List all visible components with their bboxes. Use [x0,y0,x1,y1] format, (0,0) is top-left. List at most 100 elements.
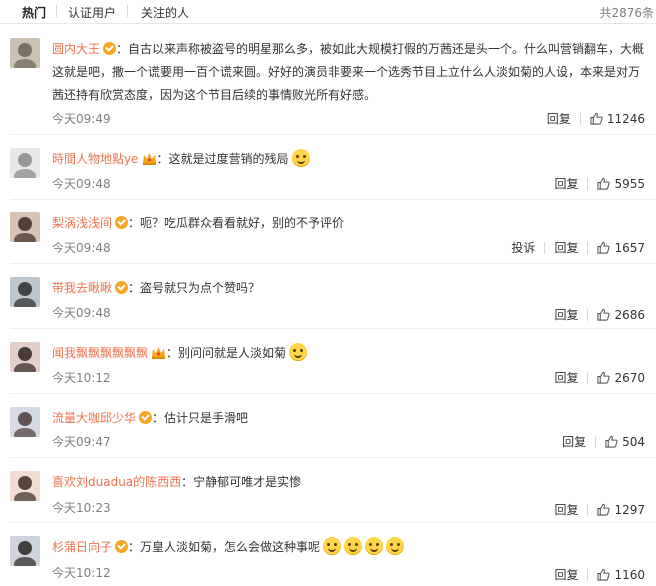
like-button[interactable]: 1160 [597,568,645,582]
comment-divider [10,199,656,200]
cat-avatar[interactable] [10,38,40,68]
comment-content: ：万皇人淡如菊，怎么会做这种事呢 [128,540,321,554]
portrait-avatar[interactable] [10,277,40,307]
emoji-icon [291,149,310,167]
report-button[interactable]: 投诉 [511,239,535,256]
reply-button[interactable]: 回复 [554,175,578,192]
like-count: 2670 [614,370,645,385]
comment-text: 時間人物地點ye ：这就是过度营销的残局 [52,148,650,171]
tab-hot[interactable]: 热门 [22,4,46,21]
girl-avatar[interactable] [10,212,40,242]
comment-text: 闻我飘飘飘飘飘飘 ：别问问就是人淡如菊 [52,342,650,365]
comment-tabs: 热门 认证用户 关注的人 共2876条 [0,0,656,24]
comment-content: ：宁静郁可唯才是实惨 [181,475,302,489]
comment-time: 今天09:48 [52,241,111,255]
comment-username[interactable]: 梨涡浅浅间 [52,216,112,230]
reply-button[interactable]: 回复 [554,239,578,256]
comment-actions: 投诉 回复 1657 [511,239,645,256]
comment-username[interactable]: 圆内大王 [52,42,100,56]
comment-total-count: 共2876条 [599,6,654,20]
comment-content: ：呃？吃瓜群众看看就好，别的不予评价 [128,216,345,230]
action-divider [587,568,589,581]
like-button[interactable]: 504 [605,435,645,449]
comment-username[interactable]: 杉蒲日向子 [52,540,112,554]
reply-button[interactable]: 回复 [547,110,571,127]
comment-content: ：这就是过度营销的残局 [156,152,289,166]
thumbs-up-icon [597,241,611,254]
like-count: 5955 [614,176,645,191]
comment-divider [10,328,656,329]
action-divider [587,503,589,516]
action-divider [544,241,546,254]
comment-actions: 回复 504 [562,433,645,450]
comment-actions: 回复 1297 [554,501,645,518]
thumbs-up-icon [605,435,618,448]
action-divider [587,308,589,321]
comment-time: 今天10:12 [52,371,111,385]
thumbs-up-icon [597,308,611,321]
thumbs-up-icon [590,112,603,125]
tab-verified-users[interactable]: 认证用户 [68,4,116,21]
verified-badge-icon [139,411,153,424]
emoji-icon [365,537,384,555]
reply-button[interactable]: 回复 [554,501,578,518]
like-button[interactable]: 11246 [590,112,645,126]
comment-username[interactable]: 带我去瞅瞅 [52,281,112,295]
emoji-icon [386,537,405,555]
like-count: 11246 [606,111,645,126]
like-count: 2686 [614,307,645,322]
girl-avatar-2[interactable] [10,342,40,372]
comment-time: 今天09:48 [52,306,111,320]
comment-text: 喜欢刘duadua的陈西西：宁静郁可唯才是实惨 [52,471,650,494]
reply-button[interactable]: 回复 [554,306,578,323]
like-button[interactable]: 5955 [597,177,645,191]
verified-badge-icon [115,216,129,229]
reply-button[interactable]: 回复 [562,433,586,450]
comment-content: ：盗号就只为点个赞吗？ [128,281,261,295]
comment-actions: 回复 2686 [554,306,645,323]
girl-avatar-4[interactable] [10,536,40,566]
tab-following[interactable]: 关注的人 [141,4,189,21]
comment-username[interactable]: 闻我飘飘飘飘飘飘 [52,346,148,360]
comment-actions: 回复 11246 [547,110,645,127]
comment-username[interactable]: 喜欢刘duadua的陈西西 [52,475,181,489]
like-count: 1297 [614,502,645,517]
tab-divider [56,5,57,17]
comment-username[interactable]: 時間人物地點ye [52,152,139,166]
reply-button[interactable]: 回复 [554,566,578,583]
comment-time: 今天10:12 [52,566,111,580]
comment-divider [10,457,656,458]
comment-text: 带我去瞅瞅 ：盗号就只为点个赞吗？ [52,277,650,300]
girl-avatar-3[interactable] [10,471,40,501]
comment-time: 今天09:49 [52,112,111,126]
comment-divider [10,522,656,523]
comment-content: ：别问问就是人淡如菊 [166,346,287,360]
emoji-icon [289,343,308,361]
thumbs-up-icon [597,568,611,581]
action-divider [587,241,589,254]
cartoon-avatar[interactable] [10,148,40,178]
comment-text: 杉蒲日向子 ：万皇人淡如菊，怎么会做这种事呢 [52,536,650,559]
comment-divider [10,134,656,135]
action-divider [595,435,597,448]
action-divider [579,112,581,125]
comment-time: 今天09:47 [52,435,111,449]
verified-badge-icon [115,281,129,294]
reply-button[interactable]: 回复 [554,369,578,386]
vip-crown-icon [151,344,166,359]
comment-username[interactable]: 流量大咖邱少华 [52,411,136,425]
like-count: 504 [622,434,645,449]
like-button[interactable]: 2670 [597,371,645,385]
comment-actions: 回复 5955 [554,175,645,192]
comment-divider [10,263,656,264]
boy-avatar[interactable] [10,407,40,437]
like-button[interactable]: 1657 [597,241,645,255]
tab-divider [127,5,128,17]
thumbs-up-icon [597,371,611,384]
like-button[interactable]: 2686 [597,308,645,322]
comment-text: 圆内大王 ：自古以来声称被盗号的明星那么多，被如此大规模打假的万茜还是头一个。什么… [52,38,650,107]
comment-divider [10,393,656,394]
comment-time: 今天10:23 [52,501,111,515]
like-button[interactable]: 1297 [597,503,645,517]
like-count: 1657 [614,240,645,255]
